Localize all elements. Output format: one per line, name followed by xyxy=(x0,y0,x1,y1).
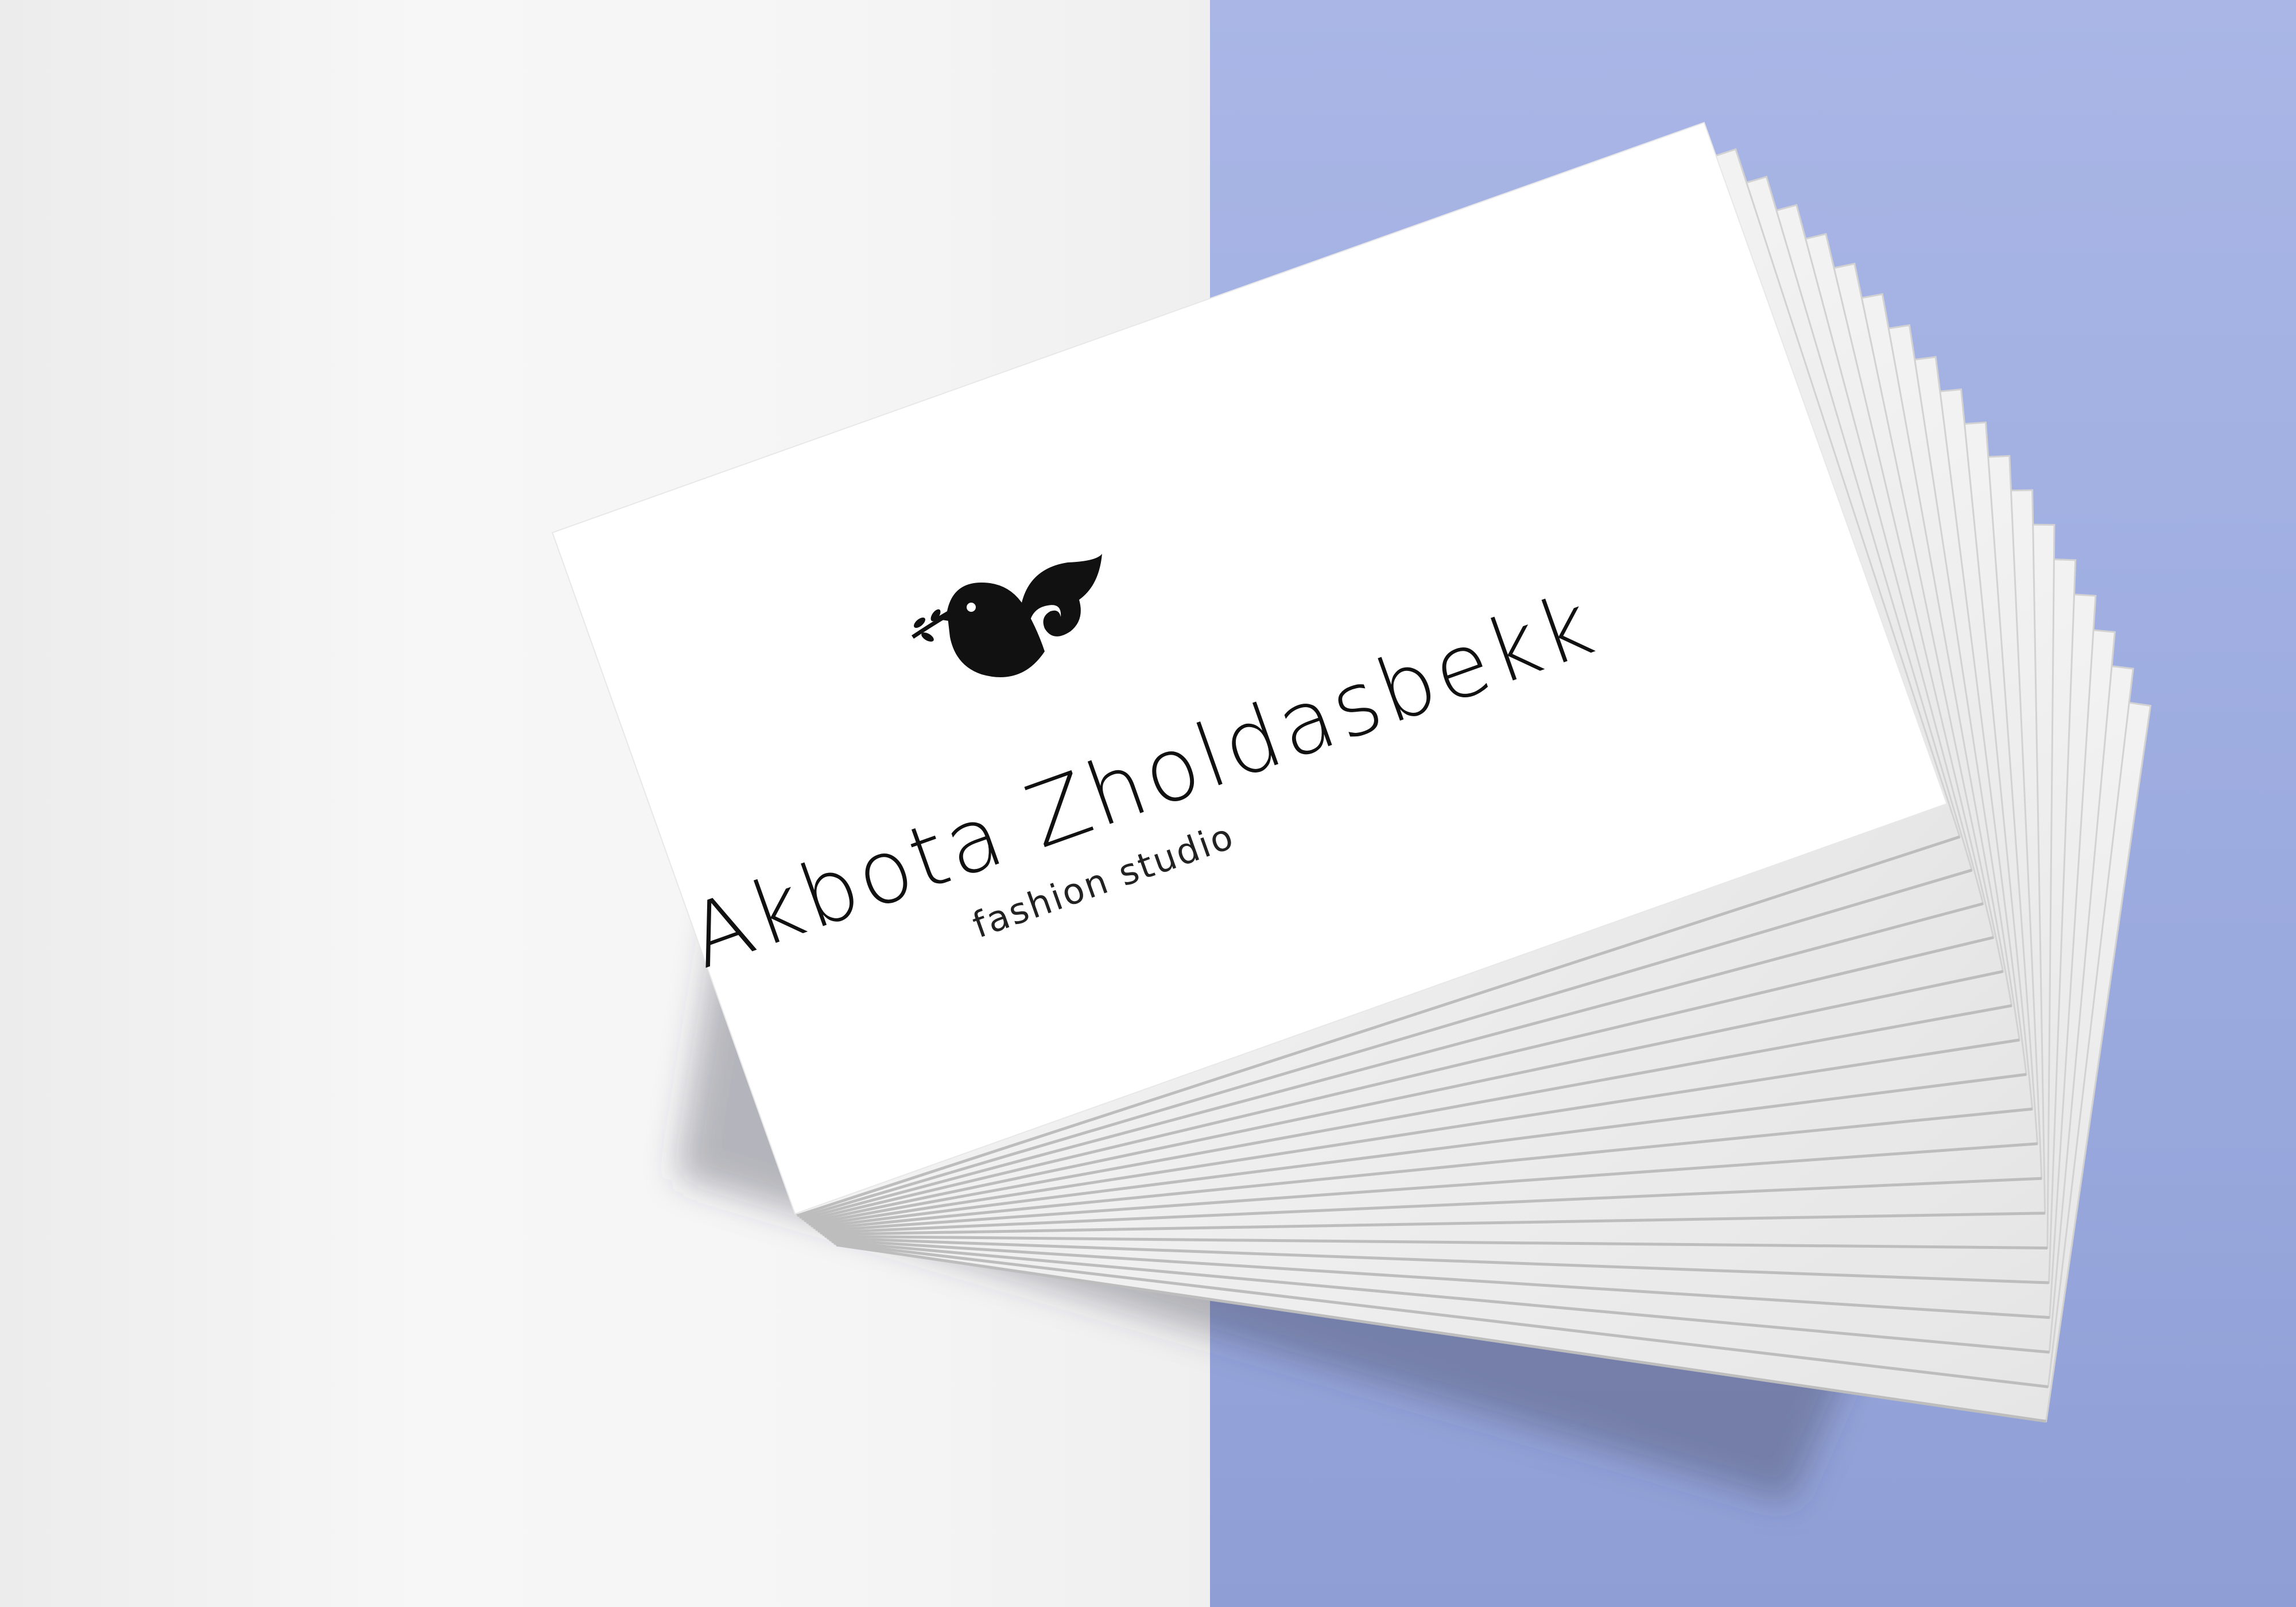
mockup-scene: Akbota Zholdasbekk fashion studio xyxy=(0,0,2296,1607)
card-stack xyxy=(552,122,2152,1504)
